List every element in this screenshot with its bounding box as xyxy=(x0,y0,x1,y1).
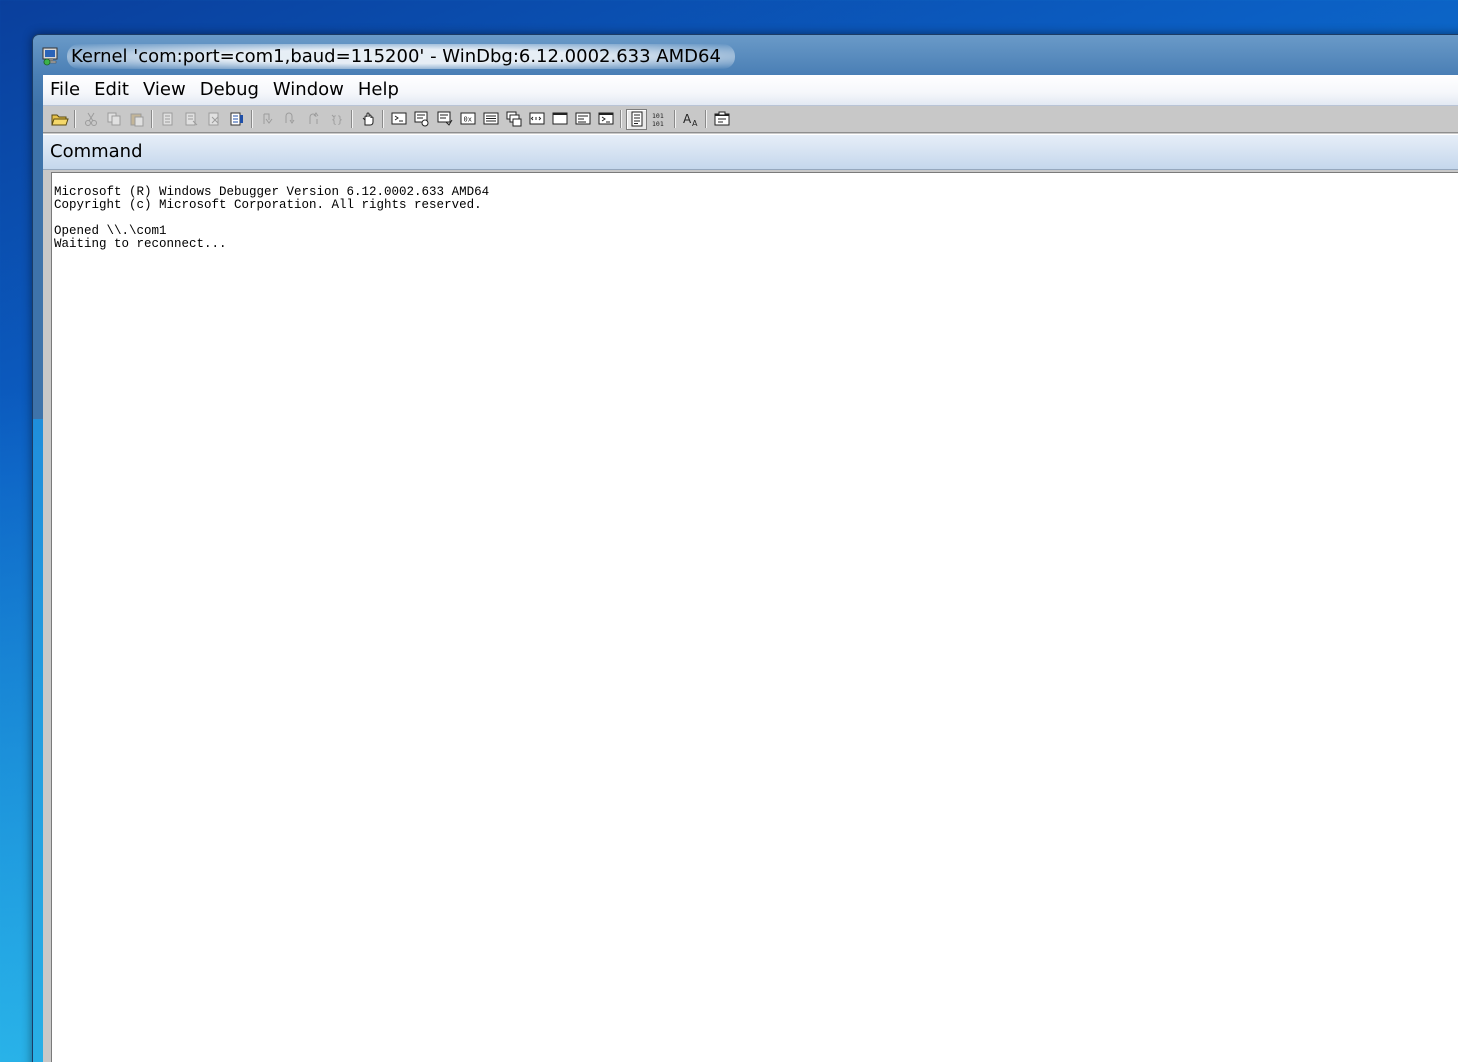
toolbar-separator xyxy=(151,110,153,128)
windbg-window: Kernel 'com:port=com1,baud=115200' - Win… xyxy=(32,34,1458,1062)
stop-debugging-icon[interactable] xyxy=(203,109,224,130)
go-icon[interactable] xyxy=(157,109,178,130)
command-pane-title: Command xyxy=(50,141,143,162)
processes-threads-icon[interactable] xyxy=(572,109,593,130)
toolbar-separator xyxy=(251,110,253,128)
watch-window-icon[interactable] xyxy=(411,109,432,130)
memory-window-icon[interactable] xyxy=(480,109,501,130)
paste-icon[interactable] xyxy=(126,109,147,130)
toolbar: {} 0x 101 101 A A xyxy=(43,106,1458,133)
output-line: Waiting to reconnect... xyxy=(54,237,227,251)
step-out-icon[interactable] xyxy=(303,109,324,130)
client-area: File Edit View Debug Window Help {} 0x 1… xyxy=(43,75,1458,1062)
open-folder-icon[interactable] xyxy=(49,109,70,130)
call-stack-icon[interactable] xyxy=(503,109,524,130)
toolbar-separator xyxy=(74,110,76,128)
toolbar-separator xyxy=(674,110,676,128)
source-mode-icon[interactable] xyxy=(626,108,647,130)
toolbar-separator xyxy=(620,110,622,128)
window-title: Kernel 'com:port=com1,baud=115200' - Win… xyxy=(67,43,735,69)
step-over-icon[interactable] xyxy=(280,109,301,130)
menu-bar: File Edit View Debug Window Help xyxy=(43,75,1458,106)
copy-icon[interactable] xyxy=(103,109,124,130)
command-output[interactable]: Microsoft (R) Windows Debugger Version 6… xyxy=(51,172,1458,1062)
command-browser-icon[interactable] xyxy=(595,109,616,130)
cut-icon[interactable] xyxy=(80,109,101,130)
windbg-app-icon[interactable] xyxy=(41,46,61,66)
options-icon[interactable] xyxy=(711,109,732,130)
registers-window-icon[interactable]: 0x xyxy=(457,109,478,130)
menu-debug[interactable]: Debug xyxy=(193,75,266,105)
run-to-cursor-icon[interactable]: {} xyxy=(326,109,347,130)
break-icon[interactable] xyxy=(226,109,247,130)
disassembly-icon[interactable] xyxy=(526,109,547,130)
svg-text:101: 101 xyxy=(652,120,664,127)
locals-window-icon[interactable] xyxy=(434,109,455,130)
scratch-pad-icon[interactable] xyxy=(549,109,570,130)
toolbar-separator xyxy=(705,110,707,128)
title-bar[interactable]: Kernel 'com:port=com1,baud=115200' - Win… xyxy=(41,41,735,71)
svg-text:0x: 0x xyxy=(463,116,471,124)
toolbar-separator xyxy=(351,110,353,128)
breakpoint-hand-icon[interactable] xyxy=(357,109,378,130)
font-icon[interactable]: AA xyxy=(680,109,701,130)
menu-edit[interactable]: Edit xyxy=(87,75,136,105)
svg-text:{}: {} xyxy=(331,115,343,126)
menu-window[interactable]: Window xyxy=(266,75,351,105)
menu-file[interactable]: File xyxy=(43,75,87,105)
output-line: Opened \\.\com1 xyxy=(54,224,167,238)
menu-help[interactable]: Help xyxy=(351,75,406,105)
command-pane-caption[interactable]: Command xyxy=(43,134,1458,170)
step-into-icon[interactable] xyxy=(257,109,278,130)
svg-text:A: A xyxy=(683,112,692,126)
toolbar-separator xyxy=(382,110,384,128)
command-window-icon[interactable] xyxy=(388,109,409,130)
svg-text:A: A xyxy=(692,119,698,127)
window-left-edge xyxy=(33,419,43,1062)
restart-icon[interactable] xyxy=(180,109,201,130)
output-line: Copyright (c) Microsoft Corporation. All… xyxy=(54,198,482,212)
menu-view[interactable]: View xyxy=(136,75,193,105)
hex-mode-icon[interactable]: 101 101 xyxy=(649,109,670,130)
svg-text:101: 101 xyxy=(652,112,664,120)
